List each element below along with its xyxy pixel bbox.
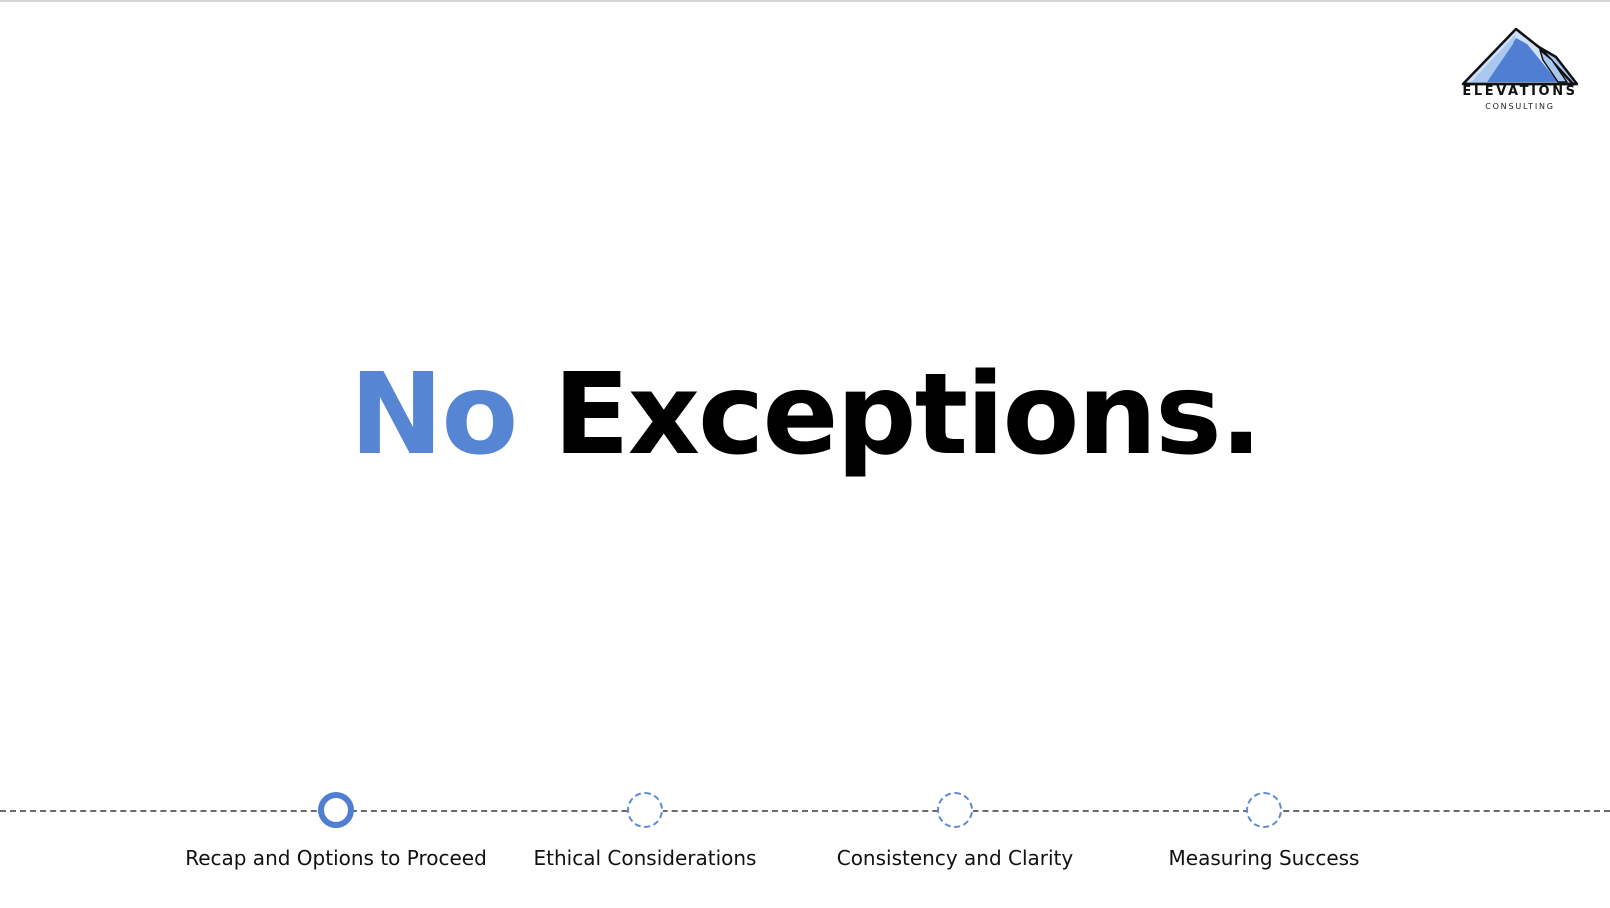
- slide: ELEVATIONS CONSULTING No Exceptions. Rec…: [0, 0, 1610, 908]
- step-label: Recap and Options to Proceed: [185, 846, 487, 870]
- logo-wordmark: ELEVATIONS: [1462, 84, 1578, 99]
- headline-accent-word: No: [349, 350, 519, 480]
- step-marker-pending-circle: [627, 792, 663, 828]
- step-marker-active-circle: [318, 792, 354, 828]
- timeline-step-recap[interactable]: Recap and Options to Proceed: [176, 780, 496, 890]
- timeline-step-ethical[interactable]: Ethical Considerations: [485, 780, 805, 890]
- company-logo: ELEVATIONS CONSULTING: [1455, 26, 1585, 118]
- slide-headline: No Exceptions.: [0, 350, 1610, 480]
- headline-main-word: Exceptions.: [553, 350, 1262, 480]
- progress-timeline: Recap and Options to Proceed Ethical Con…: [0, 780, 1610, 890]
- mountain-icon: [1461, 27, 1579, 86]
- logo-subtitle: CONSULTING: [1485, 102, 1555, 111]
- timeline-step-measuring[interactable]: Measuring Success: [1104, 780, 1424, 890]
- step-label: Ethical Considerations: [533, 846, 757, 870]
- step-label: Consistency and Clarity: [836, 846, 1074, 870]
- step-label: Measuring Success: [1168, 846, 1360, 870]
- top-divider: [0, 0, 1610, 2]
- timeline-step-consistency[interactable]: Consistency and Clarity: [795, 780, 1115, 890]
- step-marker-pending-circle: [1246, 792, 1282, 828]
- step-marker-pending-circle: [937, 792, 973, 828]
